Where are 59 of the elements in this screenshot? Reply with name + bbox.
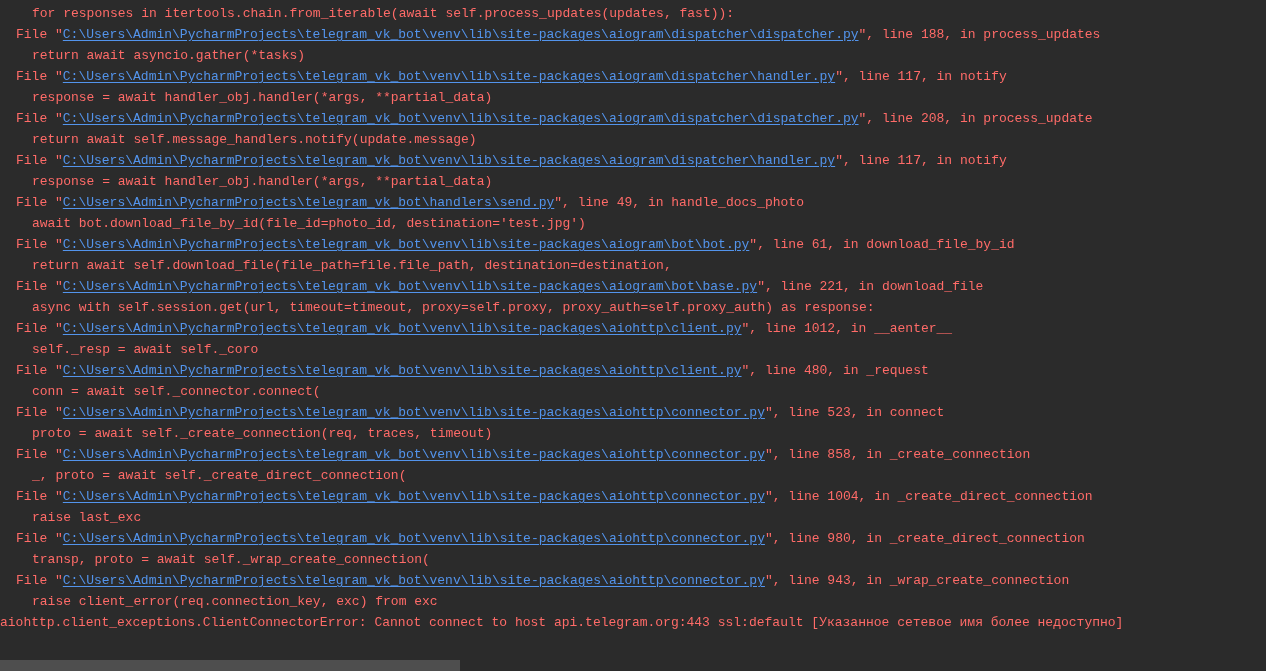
traceback-text: ", line 49, in handle_docs_photo [554, 194, 804, 212]
traceback-text: ", line 523, in connect [764, 404, 945, 422]
traceback-code-line: return await asyncio.gather(*tasks) [32, 47, 306, 65]
traceback-code-line: raise last_exc [32, 509, 142, 527]
traceback-code-line: response = await handler_obj.handler(*args, **partial_data) [32, 173, 493, 191]
traceback-text: File " [16, 278, 63, 296]
traceback-text: ", line 208, in process_update [858, 110, 1093, 128]
traceback-code-line: self._resp = await self._coro [32, 341, 259, 359]
traceback-text: ", line 221, in download_file [757, 278, 984, 296]
traceback-text: File " [16, 572, 63, 590]
traceback-text: File " [16, 68, 63, 86]
file-path-link[interactable]: C:\Users\Admin\PycharmProjects\telegram_vk_bot\venv\lib\site-packages\aiogram\dispatcher\handler.py [62, 66, 836, 87]
traceback-text: File " [16, 362, 63, 380]
file-path-link[interactable]: C:\Users\Admin\PycharmProjects\telegram_vk_bot\venv\lib\site-packages\aiogram\bot\bot.py [62, 234, 750, 255]
traceback-text: File " [16, 488, 63, 506]
traceback-code-line: transp, proto = await self._wrap_create_connection( [32, 551, 430, 569]
traceback-code-line: return await self.message_handlers.notify(update.message) [32, 131, 477, 149]
traceback-code-line: response = await handler_obj.handler(*args, **partial_data) [32, 89, 493, 107]
traceback-text: ", line 117, in notify [835, 68, 1007, 86]
traceback-text: ", line 61, in download_file_by_id [749, 236, 1015, 254]
traceback-text: File " [16, 194, 63, 212]
traceback-text: ", line 480, in _request [741, 362, 929, 380]
traceback-text: ", line 117, in notify [835, 152, 1007, 170]
traceback-text: File " [16, 26, 63, 44]
traceback-code-line: proto = await self._create_connection(req, traces, timeout) [32, 425, 493, 443]
traceback-code-line: conn = await self._connector.connect( [32, 383, 321, 401]
traceback-text: File " [16, 110, 63, 128]
traceback-code-line: for responses in itertools.chain.from_iterable(await self.process_updates(updates, fast)): [32, 5, 735, 23]
file-path-link[interactable]: C:\Users\Admin\PycharmProjects\telegram_vk_bot\venv\lib\site-packages\aiogram\dispatcher\handler.py [62, 150, 836, 171]
file-path-link[interactable]: C:\Users\Admin\PycharmProjects\telegram_vk_bot\venv\lib\site-packages\aiohttp\connector.py [62, 570, 765, 591]
traceback-code-line: return await self.download_file(file_path=file.file_path, destination=destination, [32, 257, 672, 275]
traceback-text: ", line 1012, in __aenter__ [741, 320, 953, 338]
traceback-text: ", line 188, in process_updates [858, 26, 1101, 44]
file-path-link[interactable]: C:\Users\Admin\PycharmProjects\telegram_vk_bot\venv\lib\site-packages\aiohttp\connector.py [62, 402, 765, 423]
traceback-text: ", line 943, in _wrap_create_connection [764, 572, 1070, 590]
traceback-text: File " [16, 236, 63, 254]
file-path-link[interactable]: C:\Users\Admin\PycharmProjects\telegram_vk_bot\venv\lib\site-packages\aiohttp\connector.py [62, 444, 765, 465]
traceback-text: ", line 1004, in _create_direct_connection [764, 488, 1093, 506]
traceback-text: File " [16, 530, 63, 548]
traceback-code-line: await bot.download_file_by_id(file_id=photo_id, destination='test.jpg') [32, 215, 586, 233]
traceback-code-line: async with self.session.get(url, timeout=timeout, proxy=self.proxy, proxy_auth=self.proxy_auth) as response: [32, 299, 875, 317]
file-path-link[interactable]: C:\Users\Admin\PycharmProjects\telegram_vk_bot\venv\lib\site-packages\aiogram\dispatcher\dispatcher.py [62, 24, 859, 45]
error-message: aiohttp.client_exceptions.ClientConnectorError: Cannot connect to host api.telegram.org:443 ssl:default [Указанное сетевое имя более недоступно] [0, 614, 1124, 632]
file-path-link[interactable]: C:\Users\Admin\PycharmProjects\telegram_vk_bot\venv\lib\site-packages\aiogram\dispatcher\dispatcher.py [62, 108, 859, 129]
file-path-link[interactable]: C:\Users\Admin\PycharmProjects\telegram_vk_bot\venv\lib\site-packages\aiohttp\client.py [62, 318, 742, 339]
file-path-link[interactable]: C:\Users\Admin\PycharmProjects\telegram_vk_bot\handlers\send.py [62, 192, 555, 213]
file-path-link[interactable]: C:\Users\Admin\PycharmProjects\telegram_vk_bot\venv\lib\site-packages\aiohttp\connector.py [62, 486, 765, 507]
file-path-link[interactable]: C:\Users\Admin\PycharmProjects\telegram_vk_bot\venv\lib\site-packages\aiohttp\connector.py [62, 528, 765, 549]
horizontal-scrollbar[interactable] [0, 660, 460, 671]
file-path-link[interactable]: C:\Users\Admin\PycharmProjects\telegram_vk_bot\venv\lib\site-packages\aiohttp\client.py [62, 360, 742, 381]
traceback-text: File " [16, 446, 63, 464]
traceback-text: File " [16, 320, 63, 338]
traceback-text: File " [16, 152, 63, 170]
traceback-text: ", line 980, in _create_direct_connection [764, 530, 1085, 548]
traceback-code-line: _, proto = await self._create_direct_connection( [32, 467, 407, 485]
traceback-text: ", line 858, in _create_connection [764, 446, 1031, 464]
file-path-link[interactable]: C:\Users\Admin\PycharmProjects\telegram_vk_bot\venv\lib\site-packages\aiogram\bot\base.py [62, 276, 758, 297]
traceback-text: File " [16, 404, 63, 422]
traceback-code-line: raise client_error(req.connection_key, exc) from exc [32, 593, 438, 611]
